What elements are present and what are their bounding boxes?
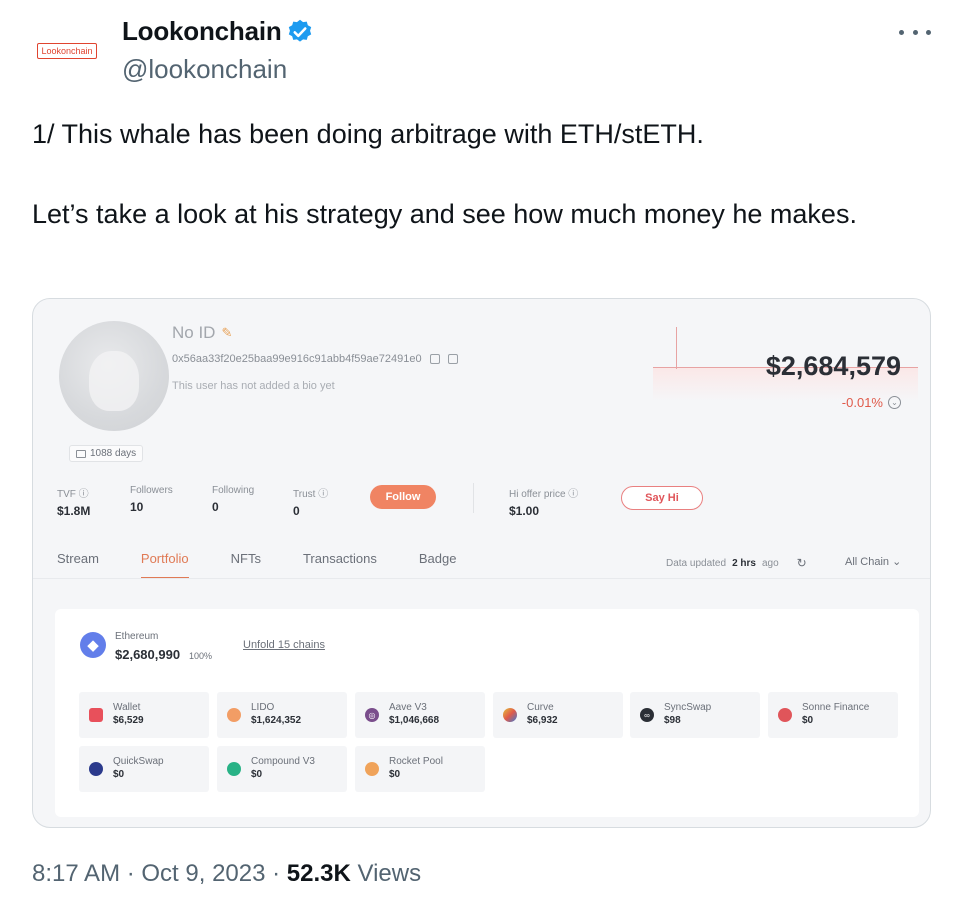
profile-name-text: No ID <box>172 323 216 342</box>
syncswap-icon: ∞ <box>640 708 654 722</box>
profile-avatar <box>59 321 169 431</box>
tab-transactions[interactable]: Transactions <box>303 551 377 579</box>
wallet-icon <box>89 708 103 722</box>
protocol-sonne-finance[interactable]: Sonne Finance $0 <box>768 692 898 738</box>
qr-code-icon[interactable] <box>447 354 458 364</box>
tweet-meta: 8:17 AM · Oct 9, 2023 · 52.3K Views <box>32 860 421 888</box>
tab-badge[interactable]: Badge <box>419 551 457 579</box>
stat-value: $1.8M <box>57 504 91 518</box>
stat-label: Following <box>212 485 255 496</box>
profile-tabs: Stream Portfolio NFTs Transactions Badge <box>57 551 498 579</box>
balance-sparkline-spike <box>676 327 677 369</box>
protocol-wallet[interactable]: Wallet $6,529 <box>79 692 209 738</box>
hi-offer-price: Hi offer price ⓘ $1.00 <box>509 485 578 518</box>
author-handle[interactable]: @lookonchain <box>122 54 287 85</box>
chain-name: Ethereum <box>115 631 159 642</box>
tab-stream[interactable]: Stream <box>57 551 99 579</box>
protocol-quickswap[interactable]: QuickSwap $0 <box>79 746 209 792</box>
tab-portfolio[interactable]: Portfolio <box>140 551 189 579</box>
chevron-down-icon: ⌄ <box>892 556 902 568</box>
tweet-text-line-1: 1/ This whale has been doing arbitrage w… <box>32 119 704 149</box>
protocol-lido[interactable]: LIDO $1,624,352 <box>217 692 347 738</box>
stat-value: $1.00 <box>509 504 540 518</box>
balance-change: -0.01% ⌄ <box>793 395 901 410</box>
tabs-divider <box>33 578 930 579</box>
tweet-text-line-2: Let’s take a look at his strategy and se… <box>32 199 857 229</box>
stat-trust: Trust ⓘ 0 <box>293 485 328 518</box>
account-age-text: 1088 days <box>90 448 137 459</box>
stat-label: Followers <box>130 485 173 496</box>
rocketpool-icon <box>365 762 379 776</box>
protocol-syncswap[interactable]: ∞ SyncSwap $98 <box>630 692 760 738</box>
ethereum-icon: ◆ <box>80 632 106 658</box>
more-options-icon[interactable] <box>899 20 931 44</box>
meta-separator: · <box>265 860 287 887</box>
protocol-rocket-pool[interactable]: Rocket Pool $0 <box>355 746 485 792</box>
meta-separator: · <box>120 860 142 887</box>
attached-image[interactable]: No ID ✎ 0x56aa33f20e25baa99e916c91abb4f5… <box>32 298 931 828</box>
author-avatar[interactable]: Lookonchain <box>31 28 103 74</box>
stat-value: 10 <box>130 500 144 514</box>
protocol-aave[interactable]: ◎ Aave V3 $1,046,668 <box>355 692 485 738</box>
avatar-logo-text: Lookonchain <box>37 43 97 59</box>
lido-icon <box>227 708 241 722</box>
protocol-curve[interactable]: Curve $6,932 <box>493 692 623 738</box>
sonne-icon <box>778 708 792 722</box>
stat-label: TVF ⓘ <box>57 489 89 500</box>
stats-divider <box>473 483 474 513</box>
stat-following[interactable]: Following 0 <box>212 485 254 514</box>
unfold-chains-link[interactable]: Unfold 15 chains <box>243 639 325 651</box>
copy-icon[interactable] <box>429 354 440 364</box>
compound-icon <box>227 762 241 776</box>
wallet-address-text: 0x56aa33f20e25baa99e916c91abb4f59ae72491… <box>172 353 422 365</box>
data-updated: Data updated 2 hrs ago ↻ <box>666 556 807 570</box>
views-count[interactable]: 52.3K <box>287 860 351 888</box>
views-label: Views <box>357 860 422 887</box>
verified-badge-icon <box>288 19 311 42</box>
tweet-time[interactable]: 8:17 AM <box>32 860 120 888</box>
calendar-icon <box>76 449 86 458</box>
profile-bio: This user has not added a bio yet <box>172 380 335 392</box>
total-balance: $2,684,579 <box>765 351 901 381</box>
tab-nfts[interactable]: NFTs <box>231 551 261 579</box>
quickswap-icon <box>89 762 103 776</box>
stat-label: Hi offer price ⓘ <box>509 489 579 500</box>
stat-followers[interactable]: Followers 10 <box>130 485 173 514</box>
curve-icon <box>503 708 517 722</box>
stat-value: 0 <box>212 500 219 514</box>
tweet-text: 1/ This whale has been doing arbitrage w… <box>32 114 912 234</box>
balance-change-value: -0.01% <box>841 395 883 410</box>
chain-percent: 100% <box>189 651 213 661</box>
protocol-compound[interactable]: Compound V3 $0 <box>217 746 347 792</box>
chevron-down-circle-icon[interactable]: ⌄ <box>888 396 901 409</box>
chain-selector[interactable]: All Chain ⌄ <box>845 555 901 568</box>
refresh-icon[interactable]: ↻ <box>797 556 807 570</box>
wallet-address: 0x56aa33f20e25baa99e916c91abb4f59ae72491… <box>172 353 458 365</box>
follow-button[interactable]: Follow <box>370 485 436 509</box>
author-name-row: Lookonchain <box>122 16 314 47</box>
stat-tvf: TVF ⓘ $1.8M <box>57 485 90 518</box>
chain-value: $2,680,990 <box>115 647 181 662</box>
edit-pencil-icon[interactable]: ✎ <box>221 325 232 341</box>
say-hi-button[interactable]: Say Hi <box>621 486 703 510</box>
account-age-badge: 1088 days <box>69 445 144 462</box>
stat-value: 0 <box>293 504 300 518</box>
author-name[interactable]: Lookonchain <box>122 16 282 47</box>
profile-name: No ID ✎ <box>172 323 232 343</box>
tweet-date[interactable]: Oct 9, 2023 <box>141 860 265 888</box>
aave-icon: ◎ <box>365 708 379 722</box>
stat-label: Trust ⓘ <box>293 489 329 500</box>
